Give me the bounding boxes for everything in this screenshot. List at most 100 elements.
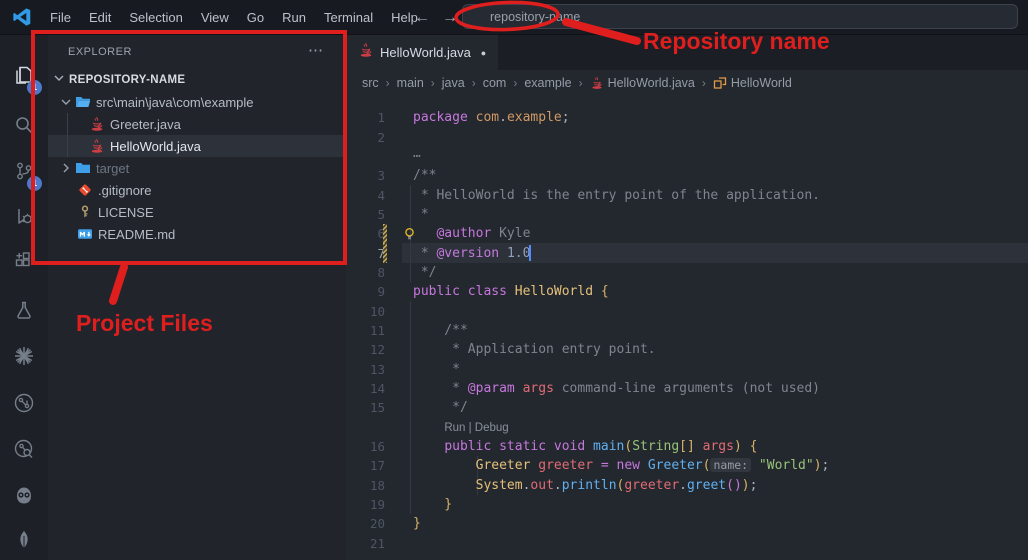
forward-icon[interactable]: → — [442, 9, 458, 27]
code-line[interactable]: 6 @author Kyle — [346, 224, 1028, 245]
line-number: 14 — [369, 380, 385, 396]
lightbulb-icon[interactable] — [403, 227, 416, 245]
code-line[interactable]: 14 * @param args command-line arguments … — [346, 379, 1028, 398]
code-text: ⋯ — [413, 148, 421, 164]
activity-git-history-search-icon[interactable] — [0, 429, 48, 469]
code-line[interactable]: 2 — [346, 127, 1028, 146]
breadcrumb-separator: › — [578, 76, 583, 90]
more-actions-icon[interactable]: ⋯ — [308, 41, 324, 59]
breadcrumb-src[interactable]: src — [362, 76, 379, 90]
code-area[interactable]: 1 package com.example; 2 ⋯ 3/** 4 * HelloWorl… — [346, 96, 1028, 560]
code-line[interactable]: 12 * Application entry point. — [346, 340, 1028, 359]
activity-badge: 1 — [27, 80, 42, 95]
breadcrumb-helloworld-java[interactable]: HelloWorld.java — [590, 76, 695, 90]
command-center-search[interactable]: repository-name — [462, 4, 1018, 29]
tree-item-greeter-java[interactable]: Greeter.java — [48, 113, 346, 135]
line-number: 9 — [377, 284, 385, 300]
menu-run[interactable]: Run — [273, 0, 315, 35]
tree-item-src-main-java-com-example[interactable]: src\main\java\com\example — [48, 91, 346, 113]
breadcrumb-helloworld[interactable]: HelloWorld — [713, 76, 792, 90]
tree-item-label: README.md — [98, 226, 176, 242]
back-icon[interactable]: ← — [414, 9, 430, 27]
activity-sparkle-icon[interactable] — [0, 336, 48, 376]
modified-dot-icon[interactable]: ● — [481, 48, 486, 58]
code-line[interactable]: 13 * — [346, 359, 1028, 378]
line-number: 2 — [377, 129, 385, 145]
line-number: 20 — [369, 516, 385, 532]
tree-item-helloworld-java[interactable]: HelloWorld.java — [48, 135, 346, 157]
activity-explorer-icon[interactable]: 1 — [0, 55, 48, 95]
code-line[interactable]: 15 */ — [346, 398, 1028, 417]
codelens-row[interactable]: Run | Debug — [346, 418, 1028, 437]
code-line[interactable]: 3 /** — [346, 166, 1028, 185]
activity-testing-flask-icon[interactable] — [0, 290, 48, 330]
tree-item-label: src\main\java\com\example — [96, 94, 254, 110]
line-number: 3 — [377, 168, 385, 184]
breadcrumb-label: HelloWorld.java — [607, 76, 695, 90]
activity-search-icon[interactable] — [0, 105, 48, 145]
breadcrumb-label: java — [441, 76, 465, 90]
code-line[interactable]: 18 System.out.println(greeter.greet()); — [346, 476, 1028, 495]
explorer-sidebar: EXPLORER ⋯ REPOSITORY-NAME src\main\java… — [48, 35, 346, 560]
activity-git-graph-icon[interactable] — [0, 383, 48, 423]
tree-item--gitignore[interactable]: .gitignore — [48, 179, 346, 201]
tab-helloworld-java[interactable]: HelloWorld.java ● — [346, 35, 499, 70]
code-line[interactable]: 7 * @version 1.0 — [346, 243, 1028, 263]
tree-indent-guide — [67, 113, 68, 157]
menu-view[interactable]: View — [192, 0, 238, 35]
breadcrumb-com[interactable]: com — [483, 76, 507, 90]
line-number: 11 — [369, 322, 385, 338]
code-text: System.out.println(greeter.greet()); — [475, 477, 758, 493]
code-line[interactable]: 19 } — [346, 495, 1028, 514]
codelens-run-debug[interactable]: Run | Debug — [444, 422, 508, 434]
tree-item-target[interactable]: target — [48, 157, 346, 179]
code-line[interactable]: 10 — [346, 301, 1028, 320]
code-line[interactable]: 8 */ — [346, 263, 1028, 282]
code-text: * @version 1.0 — [413, 245, 532, 262]
activity-owl-assistant-icon[interactable] — [0, 475, 48, 515]
activity-mongodb-leaf-icon[interactable] — [0, 520, 48, 560]
tree-item-readme-md[interactable]: README.md — [48, 223, 346, 245]
nav-arrows: ← → — [414, 0, 458, 35]
chevron-right-icon — [58, 160, 74, 176]
breadcrumb-java[interactable]: java — [442, 76, 465, 90]
menu-file[interactable]: File — [41, 0, 80, 35]
section-repository-name[interactable]: REPOSITORY-NAME — [48, 69, 346, 91]
tree-item-label: Greeter.java — [110, 116, 181, 132]
code-text: public static void main(String[] args) { — [444, 439, 758, 455]
chevron-down-icon — [58, 94, 74, 110]
code-line[interactable]: 5 * — [346, 205, 1028, 224]
code-text: */ — [413, 264, 437, 280]
folded-region-row[interactable]: ⋯ — [346, 147, 1028, 166]
menu-terminal[interactable]: Terminal — [315, 0, 382, 35]
code-line[interactable]: 4 * HelloWorld is the entry point of the… — [346, 185, 1028, 204]
folder-open-icon — [74, 94, 91, 110]
code-line[interactable]: 17 Greeter greeter = new Greeter(name: "… — [346, 456, 1028, 475]
search-value: repository-name — [490, 9, 581, 24]
line-number: 16 — [369, 439, 385, 455]
code-line[interactable]: 21 — [346, 534, 1028, 553]
code-line[interactable]: 9 public class HelloWorld { — [346, 282, 1028, 301]
menu-edit[interactable]: Edit — [80, 0, 120, 35]
code-text: } — [413, 516, 421, 532]
file-tree: src\main\java\com\example Greeter.java Hel… — [48, 91, 346, 245]
tree-item-label: HelloWorld.java — [110, 138, 201, 154]
breadcrumb-label: com — [482, 76, 507, 90]
breadcrumb-label: HelloWorld — [730, 76, 792, 90]
code-line[interactable]: 20} — [346, 514, 1028, 533]
breadcrumb-main[interactable]: main — [397, 76, 424, 90]
activity-source-control-icon[interactable]: 1 — [0, 151, 48, 191]
code-line[interactable]: 11 /** — [346, 321, 1028, 340]
activity-run-debug-icon[interactable] — [0, 196, 48, 236]
breadcrumb-example[interactable]: example — [524, 76, 571, 90]
code-line[interactable]: 16 public static void main(String[] args… — [346, 437, 1028, 456]
tree-item-license[interactable]: LICENSE — [48, 201, 346, 223]
tree-item-label: target — [96, 160, 130, 176]
activity-extensions-icon[interactable] — [0, 241, 48, 281]
menu-go[interactable]: Go — [238, 0, 273, 35]
line-number: 13 — [369, 361, 385, 377]
chevron-down-icon — [51, 70, 67, 91]
menu-selection[interactable]: Selection — [120, 0, 191, 35]
code-line[interactable]: 1 package com.example; — [346, 108, 1028, 127]
activity-badge: 1 — [27, 176, 42, 191]
